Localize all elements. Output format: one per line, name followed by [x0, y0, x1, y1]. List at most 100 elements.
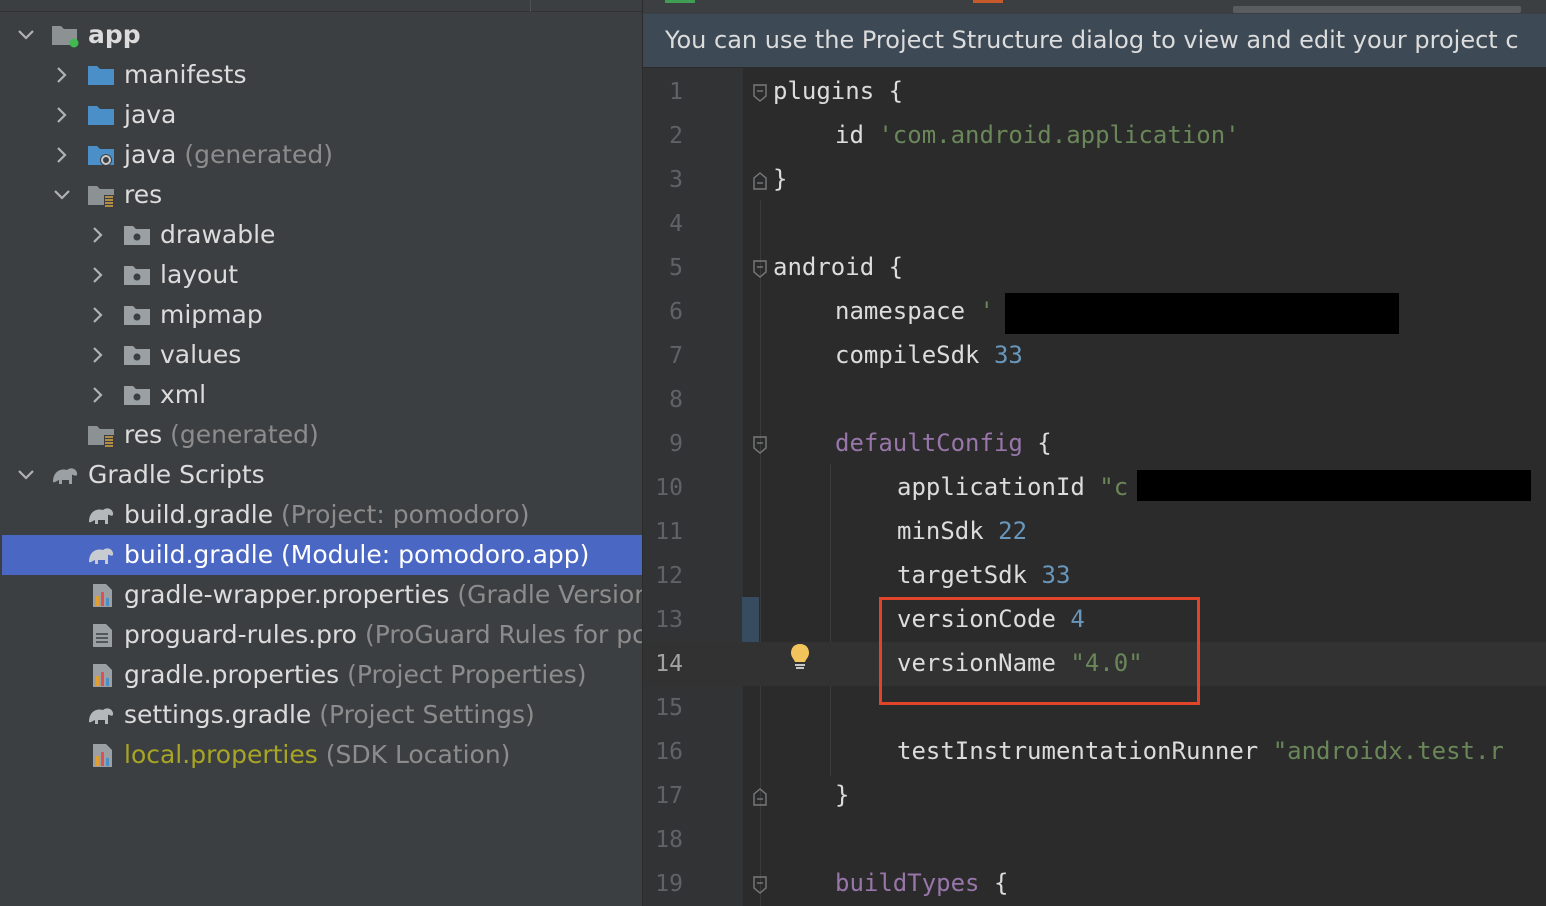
code-line[interactable]: 4 — [643, 202, 1546, 246]
tab-indicator[interactable] — [973, 0, 1003, 3]
fold-marker-icon[interactable] — [753, 84, 767, 102]
code-line[interactable]: 7 compileSdk 33 — [643, 334, 1546, 378]
code-line[interactable]: 8 — [643, 378, 1546, 422]
tree-item-gradle-wrapper-properties[interactable]: gradle-wrapper.properties (Gradle Versio… — [0, 575, 642, 615]
code-token: { — [1022, 429, 1052, 457]
tree-item-gradle-properties[interactable]: gradle.properties (Project Properties) — [0, 655, 642, 695]
chevron-down-icon[interactable] — [52, 185, 72, 205]
chevron-right-icon[interactable] — [88, 305, 108, 325]
code-token: buildTypes — [835, 869, 980, 897]
fold-marker-icon[interactable] — [753, 260, 767, 278]
code-text[interactable]: testInstrumentationRunner "androidx.test… — [897, 736, 1504, 766]
tree-item-res-generated[interactable]: res (generated) — [0, 415, 642, 455]
tree-item-settings-gradle[interactable]: settings.gradle (Project Settings) — [0, 695, 642, 735]
tree-item-label: local.properties (SDK Location) — [124, 740, 511, 769]
folder-icon — [88, 66, 114, 85]
code-text[interactable]: defaultConfig { — [835, 428, 1052, 458]
tree-header-strip — [0, 0, 642, 12]
code-line[interactable]: 5 android { — [643, 246, 1546, 290]
code-text[interactable]: } — [773, 164, 787, 194]
code-token: minSdk — [897, 517, 999, 545]
tree-item-layout[interactable]: layout — [0, 255, 642, 295]
fold-marker-icon[interactable] — [753, 172, 767, 190]
code-text[interactable]: compileSdk 33 — [835, 340, 1023, 370]
code-text[interactable]: id 'com.android.application' — [835, 120, 1240, 150]
code-line[interactable]: 17} — [643, 774, 1546, 818]
fold-marker-icon[interactable] — [753, 788, 767, 806]
chevron-down-icon[interactable] — [16, 25, 36, 45]
tree-item-build-gradle-module[interactable]: build.gradle (Module: pomodoro.app) — [2, 535, 642, 575]
tree-item-label: java (generated) — [124, 140, 333, 169]
code-line[interactable]: 2 id 'com.android.application' — [643, 114, 1546, 158]
code-text[interactable]: namespace ' — [835, 296, 994, 326]
properties-file-icon — [93, 584, 112, 607]
tree-item-xml[interactable]: xml — [0, 375, 642, 415]
tree-item-java[interactable]: java — [0, 95, 642, 135]
fold-marker-icon[interactable] — [753, 436, 767, 454]
tab-indicator[interactable] — [665, 0, 695, 3]
code-token: ' — [979, 297, 994, 325]
tree-item-manifests[interactable]: manifests — [0, 55, 642, 95]
fold-marker-icon[interactable] — [753, 876, 767, 894]
horizontal-scrollbar[interactable] — [1233, 6, 1521, 13]
line-number: 9 — [669, 431, 683, 457]
line-number: 10 — [655, 475, 683, 501]
code-text[interactable]: targetSdk 33 — [897, 560, 1070, 590]
chevron-right-icon[interactable] — [88, 265, 108, 285]
code-text[interactable]: buildTypes { — [835, 868, 1008, 898]
tree-item-java-generated[interactable]: java (generated) — [0, 135, 642, 175]
code-editor[interactable]: You can use the Project Structure dialog… — [643, 0, 1546, 906]
source-folder-icon — [88, 106, 114, 125]
gradle-file-icon — [89, 508, 114, 524]
line-number: 16 — [655, 739, 683, 765]
code-line[interactable]: 16 testInstrumentationRunner "androidx.te… — [643, 730, 1546, 774]
package-folder-icon — [124, 226, 150, 245]
tree-item-label: app — [88, 20, 141, 49]
code-text[interactable]: applicationId "c — [897, 472, 1128, 502]
tree-item-values[interactable]: values — [0, 335, 642, 375]
tree-item-label: mipmap — [160, 300, 263, 329]
tree-item-label: gradle-wrapper.properties (Gradle Versio… — [124, 580, 642, 609]
line-number: 1 — [669, 79, 683, 105]
code-text[interactable]: minSdk 22 — [897, 516, 1027, 546]
line-number: 3 — [669, 167, 683, 193]
line-number: 12 — [655, 563, 683, 589]
chevron-right-icon[interactable] — [88, 385, 108, 405]
tree-item-build-gradle-project[interactable]: build.gradle (Project: pomodoro) — [0, 495, 642, 535]
chevron-right-icon[interactable] — [52, 65, 72, 85]
code-text[interactable]: android { — [773, 252, 903, 282]
code-line[interactable]: 12 targetSdk 33 — [643, 554, 1546, 598]
properties-file-icon — [93, 664, 112, 687]
package-folder-icon — [124, 266, 150, 285]
module-folder-icon — [52, 26, 79, 48]
lightbulb-icon[interactable] — [789, 642, 811, 672]
code-line[interactable]: 1 plugins { — [643, 70, 1546, 114]
tree-item-app[interactable]: app — [0, 15, 642, 55]
code-line[interactable]: 11 minSdk 22 — [643, 510, 1546, 554]
tree-item-local-properties[interactable]: local.properties (SDK Location) — [0, 735, 642, 775]
code-line[interactable]: 19 buildTypes { — [643, 862, 1546, 906]
gradle-file-icon — [89, 548, 114, 564]
chevron-right-icon[interactable] — [88, 345, 108, 365]
tree-item-mipmap[interactable]: mipmap — [0, 295, 642, 335]
code-line[interactable]: 3} — [643, 158, 1546, 202]
code-token: 'com.android.application' — [878, 121, 1240, 149]
tree-item-gradle-scripts[interactable]: Gradle Scripts — [0, 455, 642, 495]
code-text[interactable]: } — [835, 780, 849, 810]
tree-item-drawable[interactable]: drawable — [0, 215, 642, 255]
tree-item-label: xml — [160, 380, 207, 409]
tree-item-proguard-rules[interactable]: proguard-rules.pro (ProGuard Rules for p… — [0, 615, 642, 655]
code-text[interactable]: plugins { — [773, 76, 903, 106]
code-line[interactable]: 18 — [643, 818, 1546, 862]
chevron-right-icon[interactable] — [88, 225, 108, 245]
chevron-right-icon[interactable] — [52, 105, 72, 125]
code-line[interactable]: 9 defaultConfig { — [643, 422, 1546, 466]
tree-item-res[interactable]: res — [0, 175, 642, 215]
code-token: testInstrumentationRunner — [897, 737, 1273, 765]
tree-item-label: Gradle Scripts — [88, 460, 265, 489]
code-token: 22 — [998, 517, 1028, 545]
chevron-right-icon[interactable] — [52, 145, 72, 165]
chevron-down-icon[interactable] — [16, 465, 36, 485]
line-number: 11 — [655, 519, 683, 545]
editor-tab-strip — [643, 0, 1546, 14]
